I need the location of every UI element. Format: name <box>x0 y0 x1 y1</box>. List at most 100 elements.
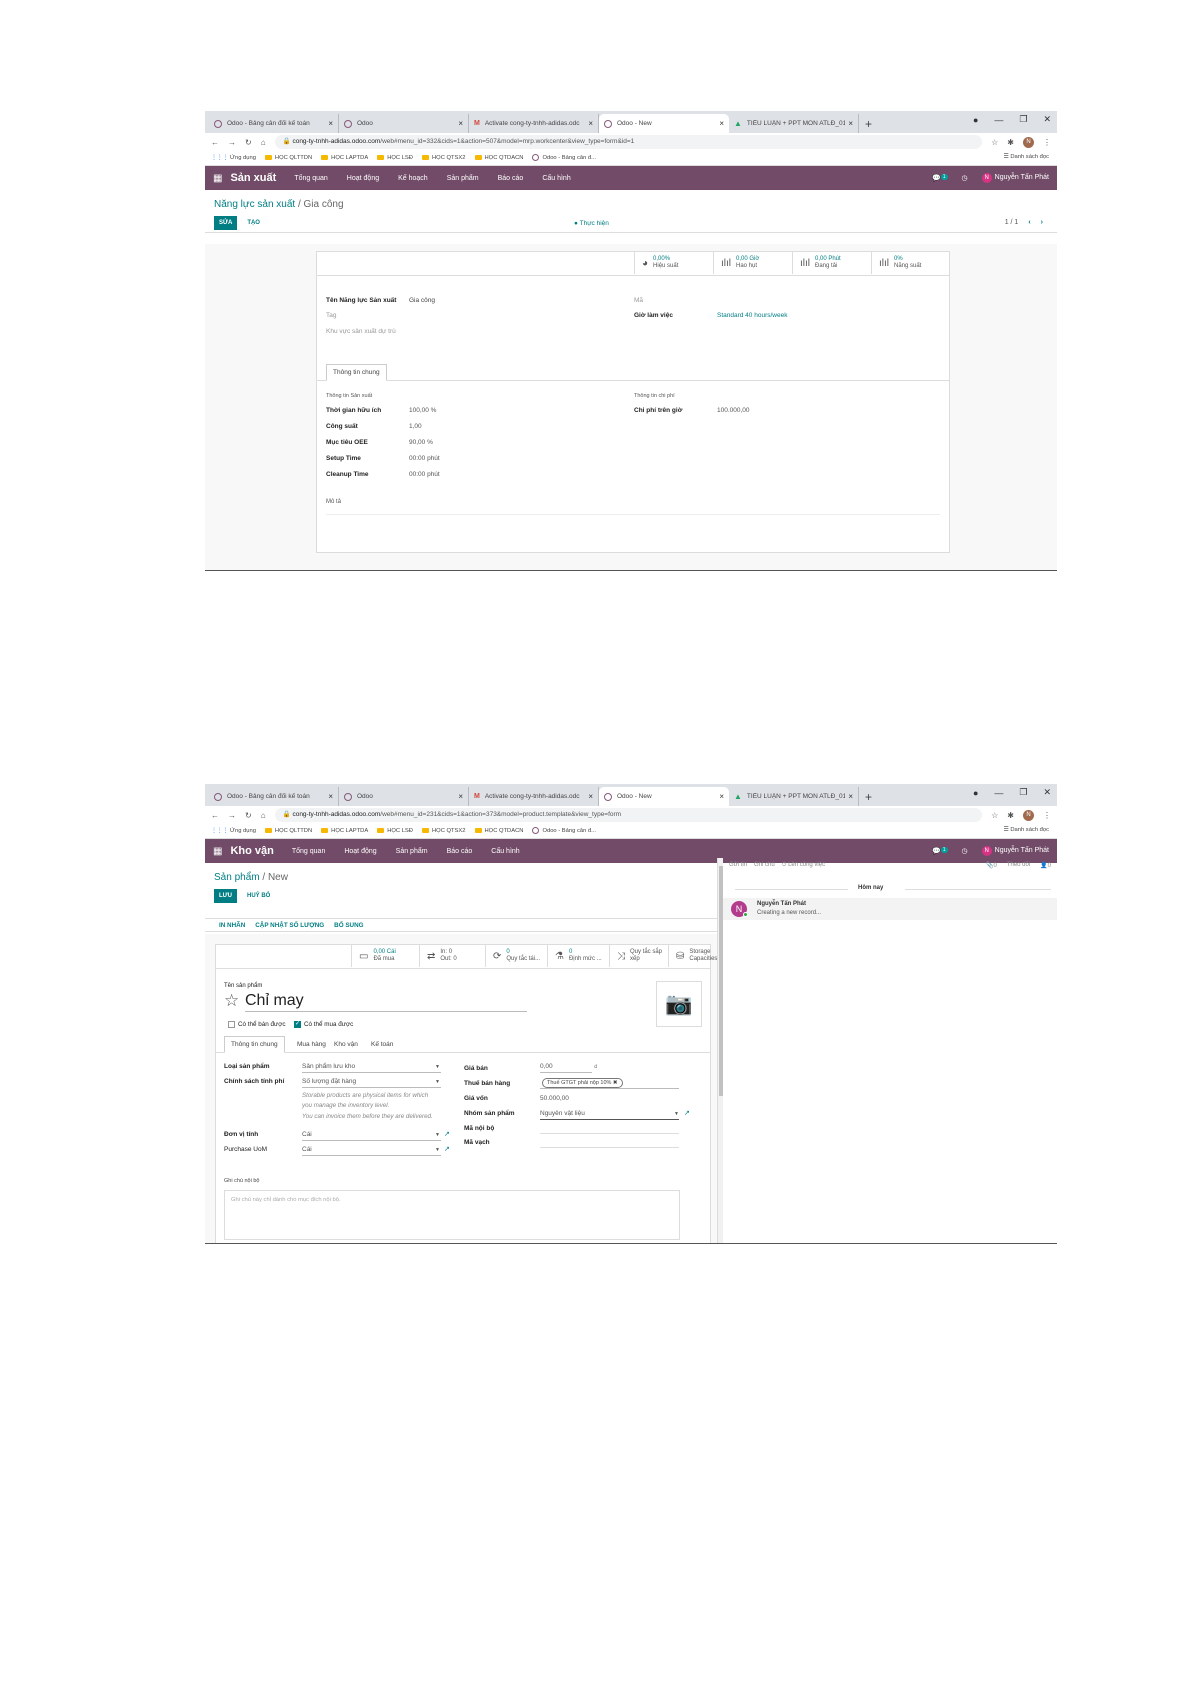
user-menu[interactable]: N Nguyễn Tấn Phát <box>981 173 1049 183</box>
browser-tab-active[interactable]: Odoo - New × <box>599 787 729 806</box>
favorite-star-icon[interactable]: ☆ <box>224 991 239 1011</box>
category-value[interactable]: Nguyên vật liệu <box>540 1110 585 1117</box>
clock-icon[interactable]: ◷ <box>962 174 968 182</box>
close-window-icon[interactable]: ✕ <box>1043 114 1051 125</box>
can-buy-checkbox[interactable]: ✓ Có thể mua được <box>294 1021 353 1028</box>
tax-tag[interactable]: Thuế GTGT phải nộp 10% ✖ <box>542 1078 623 1088</box>
menu-item[interactable]: Tổng quan <box>294 175 327 182</box>
product-type-value[interactable]: Sản phẩm lưu kho <box>302 1063 355 1070</box>
replenish-button[interactable]: BỔ SUNG <box>334 922 363 929</box>
tab-inventory[interactable]: Kho vận <box>327 1036 365 1053</box>
barcode-input[interactable] <box>540 1147 679 1148</box>
tab-general-info[interactable]: Thông tin chung <box>326 364 387 381</box>
minimize-icon[interactable]: — <box>994 788 1003 798</box>
create-button[interactable]: TẠO <box>243 216 264 230</box>
menu-kebab-icon[interactable]: ⋮ <box>1043 811 1051 820</box>
external-link-icon[interactable]: ↗ <box>684 1109 690 1117</box>
url-field[interactable]: 🔒 cong-ty-tnhh-adidas.odoo.com/web#menu_… <box>274 135 983 149</box>
browser-tab[interactable]: ▲ TIỂU LUẬN + PPT MÔN ATLĐ_01 × <box>729 787 859 806</box>
send-message-button[interactable]: Gửi tin <box>729 862 747 868</box>
dropdown-caret-icon[interactable]: ▼ <box>435 1132 440 1138</box>
menu-item[interactable]: Cấu hình <box>491 848 519 855</box>
close-window-icon[interactable]: ✕ <box>1043 787 1051 798</box>
close-tab-icon[interactable]: × <box>328 792 333 801</box>
breadcrumb-parent[interactable]: Năng lực sản xuất <box>214 199 295 210</box>
minimize-icon[interactable]: — <box>994 115 1003 125</box>
stat-loss[interactable]: ılıl 0,00 Giờ Hao hụt <box>713 252 792 274</box>
menu-item[interactable]: Hoạt động <box>344 848 376 855</box>
update-quantity-button[interactable]: CẬP NHẬT SỐ LƯỢNG <box>255 922 324 929</box>
browser-tab[interactable]: M Activate cong-ty-tnhh-adidas.odc × <box>469 787 599 806</box>
stat-reorder-rules[interactable]: ⟳ 0 Quy tắc tái... <box>485 945 547 967</box>
dropdown-caret-icon[interactable]: ▼ <box>435 1079 440 1085</box>
pager-prev-icon[interactable]: ‹ <box>1028 219 1030 226</box>
product-name-input[interactable]: Chỉ may <box>245 992 304 1010</box>
back-icon[interactable]: ← <box>211 811 219 820</box>
browser-tab[interactable]: Odoo × <box>339 114 469 133</box>
bookmark-item[interactable]: HỌC QTDACN <box>474 154 523 161</box>
stat-in-out[interactable]: ⇄ In: 0 Out: 0 <box>419 945 485 967</box>
forward-icon[interactable]: → <box>228 138 236 147</box>
cost-value[interactable]: 50.000,00 <box>540 1095 569 1102</box>
external-link-icon[interactable]: ↗ <box>444 1130 450 1138</box>
user-menu[interactable]: N Nguyễn Tấn Phát <box>981 846 1049 856</box>
reading-list[interactable]: ☰ Danh sách đọc <box>1004 154 1049 160</box>
follow-button[interactable]: Theo dõi <box>1007 862 1030 869</box>
bookmark-item[interactable]: HỌC LAPTDA <box>321 827 368 834</box>
menu-item[interactable]: Sản phẩm <box>447 175 479 182</box>
bookmark-star-icon[interactable]: ☆ <box>991 811 998 820</box>
stat-bom[interactable]: ⚗ 0 Định mức ... <box>547 945 609 967</box>
stat-purchased[interactable]: ▭ 0,00 Cái Đã mua <box>351 945 419 967</box>
bookmark-apps[interactable]: ⋮⋮⋮ Ứng dụng <box>211 155 256 161</box>
menu-item[interactable]: Sản phẩm <box>396 848 428 855</box>
browser-tab-active[interactable]: Odoo - New × <box>599 114 729 133</box>
discard-button[interactable]: HUỶ BỎ <box>243 889 274 903</box>
menu-item[interactable]: Báo cáo <box>447 848 473 855</box>
stat-storage[interactable]: ⛁ Storage Capacities <box>668 945 717 967</box>
dropdown-caret-icon[interactable]: ▼ <box>674 1111 679 1117</box>
close-tab-icon[interactable]: × <box>588 119 593 128</box>
internal-notes-input[interactable]: Ghi chú này chỉ dành cho mục đích nội bộ… <box>224 1190 680 1240</box>
working-hours-value[interactable]: Standard 40 hours/week <box>717 312 787 319</box>
app-name[interactable]: Sản xuất <box>230 172 276 184</box>
close-tab-icon[interactable]: × <box>588 792 593 801</box>
bookmark-item[interactable]: HỌC QTSX2 <box>422 827 466 834</box>
bookmark-item[interactable]: Odoo - Bảng cân đ... <box>532 827 596 835</box>
print-labels-button[interactable]: IN NHÃN <box>219 922 245 929</box>
profile-avatar[interactable]: N <box>1023 809 1034 821</box>
restore-icon[interactable]: ❐ <box>1019 787 1027 798</box>
app-menu-icon[interactable]: ▦ <box>213 846 222 857</box>
clock-icon[interactable]: ◷ <box>962 847 968 855</box>
new-tab-button[interactable]: + <box>865 115 872 133</box>
close-tab-icon[interactable]: × <box>848 792 853 801</box>
close-tab-icon[interactable]: × <box>719 792 724 801</box>
bookmark-star-icon[interactable]: ☆ <box>991 138 998 147</box>
stat-oee[interactable]: ılıl 0% Năng suất <box>871 252 950 274</box>
home-icon[interactable]: ⌂ <box>261 811 266 820</box>
invoice-policy-value[interactable]: Số lượng đặt hàng <box>302 1078 356 1085</box>
save-button[interactable]: LƯU <box>214 889 237 903</box>
chat-icon[interactable]: 💬 1 <box>932 174 948 182</box>
camera-plus-icon[interactable]: 📷 <box>656 981 702 1027</box>
dropdown-caret-icon[interactable]: ▼ <box>435 1064 440 1070</box>
close-tab-icon[interactable]: × <box>458 792 463 801</box>
menu-item[interactable]: Hoạt động <box>347 175 379 182</box>
bookmark-item[interactable]: HỌC LSĐ <box>377 827 413 834</box>
app-menu-icon[interactable]: ▦ <box>213 173 222 184</box>
pager-next-icon[interactable]: › <box>1041 219 1043 226</box>
reload-icon[interactable]: ↻ <box>245 138 252 147</box>
followers-count[interactable]: 👤0 <box>1040 862 1051 869</box>
edit-button[interactable]: SỬA <box>214 215 238 230</box>
browser-tab[interactable]: M Activate cong-ty-tnhh-adidas.odc × <box>469 114 599 133</box>
can-sell-checkbox[interactable]: Có thể bán được <box>228 1021 286 1028</box>
profile-dot-icon[interactable]: ● <box>973 788 978 798</box>
reading-list[interactable]: ☰ Danh sách đọc <box>1004 827 1049 833</box>
status-indicator[interactable]: ● Thực hiện <box>574 220 609 227</box>
home-icon[interactable]: ⌂ <box>261 138 266 147</box>
bookmark-item[interactable]: HỌC QTDACN <box>474 827 523 834</box>
forward-icon[interactable]: → <box>228 811 236 820</box>
menu-item[interactable]: Tổng quan <box>292 848 325 855</box>
stat-load[interactable]: ılıl 0,00 Phút Đang tải <box>792 252 871 274</box>
bookmark-apps[interactable]: ⋮⋮⋮ Ứng dụng <box>211 828 256 834</box>
restore-icon[interactable]: ❐ <box>1019 114 1027 125</box>
